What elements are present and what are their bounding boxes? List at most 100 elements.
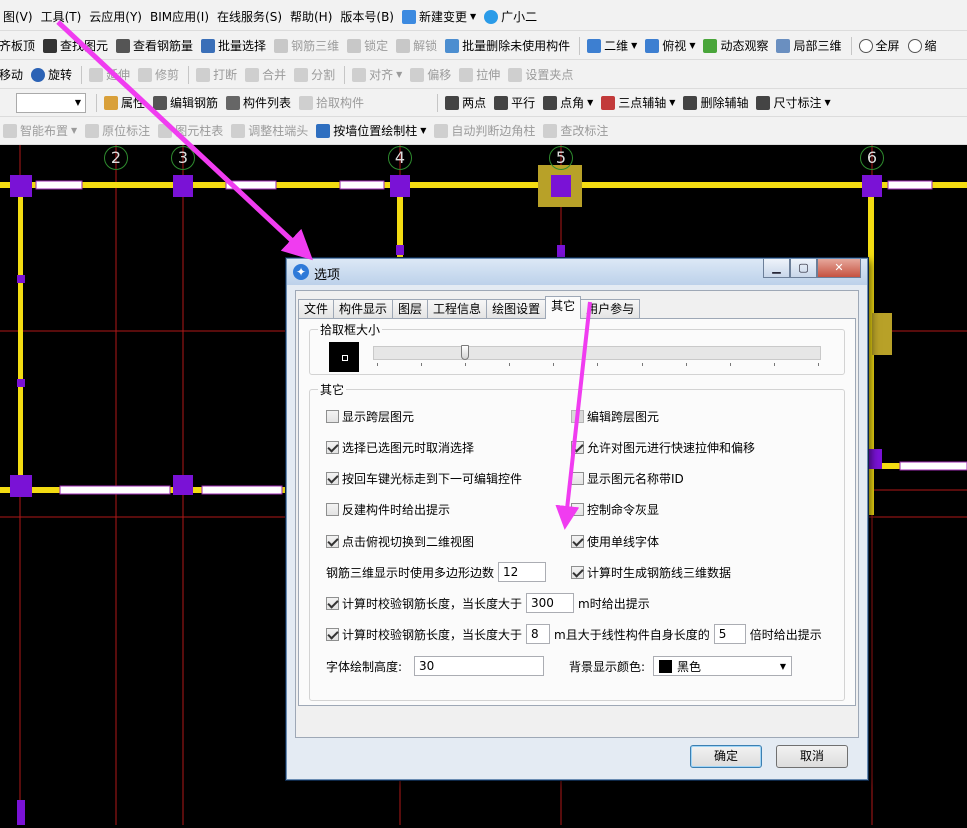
align-dropdown[interactable]: 对齐 ▼ — [349, 64, 405, 86]
menu-bim[interactable]: BIM应用(I) — [147, 6, 212, 28]
adjust-column-end-button[interactable]: 调整柱端头 — [228, 120, 311, 142]
merge-button[interactable]: 合并 — [242, 64, 289, 86]
font-height-input[interactable]: 30 — [414, 656, 545, 676]
checkbox[interactable] — [571, 535, 584, 548]
move-button[interactable]: 移动 — [0, 64, 26, 86]
check-length-1-input[interactable]: 300 — [526, 593, 575, 613]
edit-annotation-button[interactable]: 查改标注 — [540, 120, 611, 142]
view-angle-dropdown[interactable]: 俯视 ▼ — [642, 35, 698, 57]
tab-file[interactable]: 文件 — [298, 299, 335, 319]
checkbox[interactable] — [326, 596, 339, 610]
option-deselect-selected[interactable]: 选择已选图元时取消选择 — [326, 439, 474, 456]
assistant-button[interactable]: 广小二 — [481, 6, 540, 28]
font-height-row: 字体绘制高度: 30 — [326, 656, 548, 676]
option-gen-rebar-3d[interactable]: 计算时生成钢筋线三维数据 — [571, 564, 731, 581]
checkbox[interactable] — [326, 503, 339, 516]
new-change-button[interactable]: 新建变更 ▼ — [399, 6, 479, 28]
local-3d-button[interactable]: 局部三维 — [773, 35, 844, 57]
menu-online[interactable]: 在线服务(S) — [214, 6, 285, 28]
split-button[interactable]: 分割 — [291, 64, 338, 86]
maximize-button[interactable]: ▢ — [790, 259, 817, 278]
close-button[interactable]: ✕ — [817, 259, 861, 278]
tab-layer[interactable]: 图层 — [392, 299, 429, 319]
option-label: 按回车键光标走到下一可编辑控件 — [342, 472, 523, 486]
checkbox[interactable] — [326, 441, 339, 454]
tab-component-display[interactable]: 构件显示 — [333, 299, 394, 319]
align-slab-top-button[interactable]: 齐板顶 — [0, 35, 38, 57]
view-mode-dropdown[interactable]: 二维 ▼ — [584, 35, 640, 57]
ok-button[interactable]: 确定 — [690, 745, 762, 768]
option-enter-next-control[interactable]: 按回车键光标走到下一可编辑控件 — [326, 470, 522, 487]
minimize-button[interactable]: ▁ — [763, 259, 790, 278]
option-reverse-build-prompt[interactable]: 反建构件时给出提示 — [326, 501, 450, 518]
unlock-button[interactable]: 解锁 — [393, 35, 440, 57]
bg-color-select[interactable]: 黑色 ▼ — [653, 656, 793, 676]
cancel-button[interactable]: 取消 — [776, 745, 848, 768]
zoom-button[interactable]: 缩 — [905, 35, 940, 57]
component-type-select[interactable]: ▼ — [16, 92, 86, 113]
checkbox[interactable] — [326, 535, 339, 548]
menu-tools[interactable]: 工具(T) — [38, 6, 85, 28]
option-top-view-2d[interactable]: 点击俯视切换到二维视图 — [326, 533, 474, 550]
trim-button[interactable]: 修剪 — [135, 64, 182, 86]
batch-select-button[interactable]: 批量选择 — [198, 35, 269, 57]
smart-layout-dropdown[interactable]: 智能布置 ▼ — [0, 120, 80, 142]
find-element-button[interactable]: 查找图元 — [40, 35, 111, 57]
checkbox[interactable] — [571, 503, 584, 516]
draw-column-by-wall-dropdown[interactable]: 按墙位置绘制柱 ▼ — [313, 120, 429, 142]
three-point-axis-dropdown[interactable]: 三点辅轴 ▼ — [598, 92, 678, 114]
auto-corner-column-button[interactable]: 自动判断边角柱 — [431, 120, 538, 142]
in-place-annotation-button[interactable]: 原位标注 — [82, 120, 153, 142]
option-show-cross-layer[interactable]: 显示跨层图元 — [326, 408, 414, 425]
parallel-axis-button[interactable]: 平行 — [491, 92, 538, 114]
option-command-gray[interactable]: 控制命令灰显 — [571, 501, 659, 518]
break-button[interactable]: 打断 — [193, 64, 240, 86]
two-point-axis-button[interactable]: 两点 — [442, 92, 489, 114]
stretch-button[interactable]: 拉伸 — [456, 64, 503, 86]
menu-cloud[interactable]: 云应用(Y) — [86, 6, 145, 28]
menu-view[interactable]: 图(V) — [0, 6, 36, 28]
point-angle-dropdown[interactable]: 点角 ▼ — [540, 92, 596, 114]
menu-version[interactable]: 版本号(B) — [337, 6, 397, 28]
pick-component-button[interactable]: 拾取构件 — [296, 92, 367, 114]
pick-size-slider-thumb[interactable] — [461, 345, 469, 360]
offset-button[interactable]: 偏移 — [407, 64, 454, 86]
view-rebar-qty-button[interactable]: 查看钢筋量 — [113, 35, 196, 57]
rebar-3d-button[interactable]: 钢筋三维 — [271, 35, 342, 57]
dimension-dropdown[interactable]: 尺寸标注 ▼ — [753, 92, 833, 114]
polygon-edges-input[interactable]: 12 — [498, 562, 547, 582]
set-grip-button[interactable]: 设置夹点 — [505, 64, 576, 86]
checkbox[interactable] — [571, 566, 584, 579]
checkbox[interactable] — [571, 441, 584, 454]
delete-axis-button[interactable]: 删除辅轴 — [680, 92, 751, 114]
properties-button[interactable]: 属性 — [101, 92, 148, 114]
pick-box-preview — [329, 342, 359, 372]
extend-button[interactable]: 延伸 — [86, 64, 133, 86]
dialog-titlebar[interactable]: ✦ 选项 ▁ ▢ ✕ — [287, 259, 867, 285]
component-list-button[interactable]: 构件列表 — [223, 92, 294, 114]
lock-button[interactable]: 锁定 — [344, 35, 391, 57]
checkbox[interactable] — [571, 410, 584, 423]
tab-drawing-settings[interactable]: 绘图设置 — [486, 299, 547, 319]
tab-project-info[interactable]: 工程信息 — [427, 299, 488, 319]
tab-user-participation[interactable]: 用户参与 — [580, 299, 641, 319]
checkbox[interactable] — [326, 472, 339, 485]
check-length-2-input[interactable]: 8 — [526, 624, 551, 644]
dynamic-orbit-button[interactable]: 动态观察 — [700, 35, 771, 57]
checkbox[interactable] — [326, 627, 339, 641]
pick-size-slider[interactable] — [373, 346, 821, 360]
menu-help[interactable]: 帮助(H) — [287, 6, 335, 28]
option-show-name-id[interactable]: 显示图元名称带ID — [571, 470, 684, 487]
batch-delete-unused-button[interactable]: 批量删除未使用构件 — [442, 35, 573, 57]
checkbox[interactable] — [326, 410, 339, 423]
option-quick-stretch[interactable]: 允许对图元进行快速拉伸和偏移 — [571, 439, 755, 456]
fullscreen-button[interactable]: 全屏 — [856, 35, 903, 57]
checkbox[interactable] — [571, 472, 584, 485]
check-length-2-ratio-input[interactable]: 5 — [713, 624, 746, 644]
rotate-button[interactable]: 旋转 — [28, 64, 75, 86]
option-edit-cross-layer[interactable]: 编辑跨层图元 — [571, 408, 659, 425]
tab-other[interactable]: 其它 — [545, 296, 582, 319]
edit-rebar-button[interactable]: 编辑钢筋 — [150, 92, 221, 114]
option-single-line-font[interactable]: 使用单线字体 — [571, 533, 659, 550]
column-table-button[interactable]: 图元柱表 — [155, 120, 226, 142]
